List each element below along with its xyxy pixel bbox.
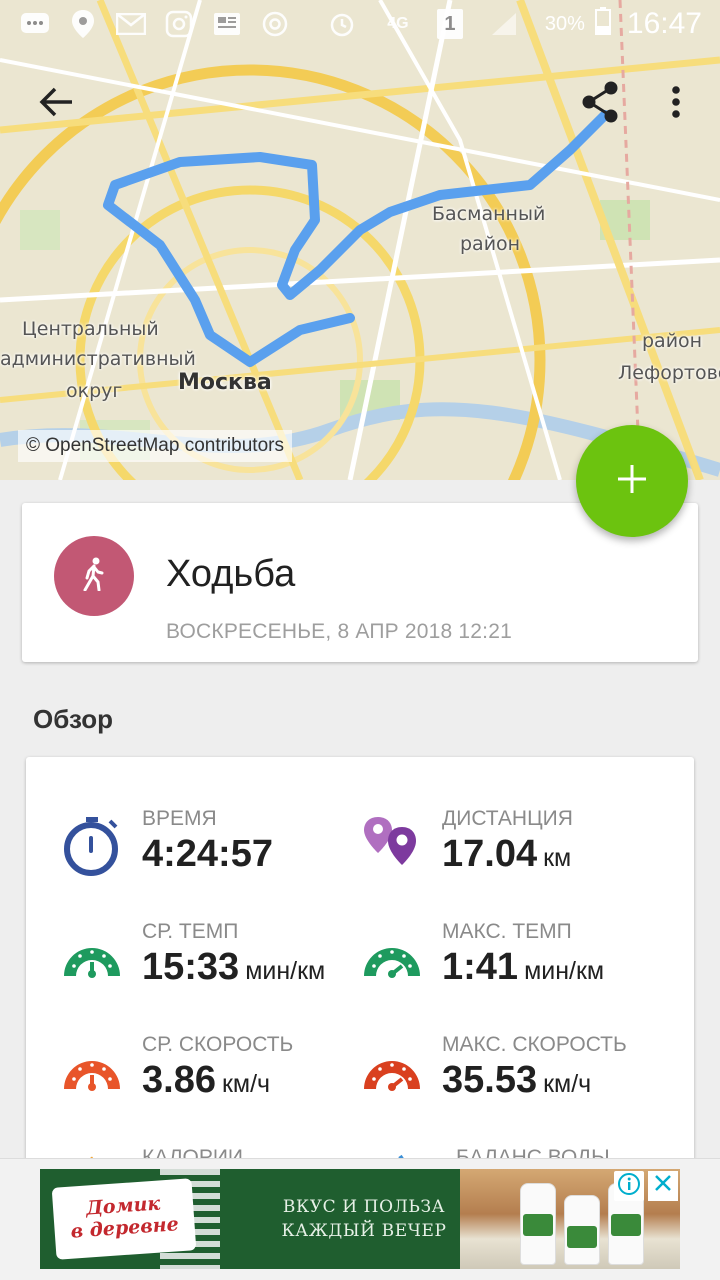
network-type: 4G [387, 15, 409, 32]
ad-slogan: ВКУС И ПОЛЬЗА КАЖДЫЙ ВЕЧЕР [281, 1197, 447, 1241]
ad-close-button[interactable] [648, 1171, 678, 1201]
ad-bottle [520, 1183, 556, 1265]
more-options-button[interactable] [648, 76, 704, 132]
avg-speed-gauge-icon [60, 1039, 124, 1103]
plus-icon [616, 463, 648, 500]
max-pace-gauge-icon [360, 926, 424, 990]
ad-bar: Домик в деревне ВКУС И ПОЛЬЗА КАЖДЫЙ ВЕЧ… [0, 1158, 720, 1280]
more-vert-icon [671, 85, 681, 124]
map-label-central-administrative: административный [0, 348, 196, 370]
stat-label: ДИСТАНЦИЯ [442, 807, 573, 830]
stat-max-speed: МАКС. СКОРОСТЬ 35.53 км/ч [360, 1033, 680, 1123]
stat-value: 3.86 км/ч [142, 1059, 271, 1101]
map-attribution[interactable]: © OpenStreetMap contributors [18, 430, 292, 462]
at-icon [258, 9, 292, 39]
share-icon [580, 80, 620, 129]
map-label-basmanny: Басманный [432, 203, 546, 225]
ad-bottle [564, 1195, 600, 1265]
info-icon [617, 1172, 641, 1201]
sim-indicator: 1 [436, 9, 463, 39]
battery-icon [594, 6, 611, 42]
activity-avatar [54, 536, 134, 616]
ad-banner[interactable]: Домик в деревне ВКУС И ПОЛЬЗА КАЖДЫЙ ВЕЧ… [40, 1169, 680, 1269]
route-map[interactable]: Басманный район Центральный администрати… [0, 0, 720, 480]
arrow-left-icon [38, 86, 74, 123]
stat-avg-pace: СР. ТЕМП 15:33 мин/км [60, 920, 380, 1010]
map-label-basmanny-district: район [460, 233, 521, 255]
activity-date: ВОСКРЕСЕНЬЕ, 8 АПР 2018 12:21 [166, 620, 512, 643]
walking-icon [81, 557, 107, 596]
stat-value: 17.04 км [442, 833, 572, 875]
close-icon [653, 1172, 673, 1200]
message-icon [18, 9, 52, 39]
stat-label: МАКС. СКОРОСТЬ [442, 1033, 627, 1056]
add-button[interactable] [576, 425, 688, 537]
stat-value: 4:24:57 [142, 833, 273, 875]
map-background [0, 0, 720, 480]
ad-info-button[interactable] [614, 1171, 644, 1201]
map-label-moscow: Москва [178, 370, 272, 395]
activity-title: Ходьба [166, 553, 296, 595]
stat-value: 15:33 мин/км [142, 946, 326, 988]
map-label-lefortovo: Лефортово [618, 362, 720, 384]
signal-icon [487, 9, 521, 39]
distance-pins-icon [360, 813, 424, 877]
overview-title: Обзор [33, 704, 113, 734]
alarm-icon [325, 9, 359, 39]
max-speed-gauge-icon [360, 1039, 424, 1103]
location-icon [66, 9, 100, 39]
activity-card[interactable]: Ходьба ВОСКРЕСЕНЬЕ, 8 АПР 2018 12:21 [22, 503, 698, 662]
stat-label: СР. СКОРОСТЬ [142, 1033, 294, 1056]
stat-time: ВРЕМЯ 4:24:57 [60, 807, 380, 897]
battery-percent: 30% [544, 12, 585, 35]
avg-pace-gauge-icon [60, 926, 124, 990]
news-icon [210, 9, 244, 39]
stat-distance: ДИСТАНЦИЯ 17.04 км [360, 807, 680, 897]
stat-max-pace: МАКС. ТЕМП 1:41 мин/км [360, 920, 680, 1010]
stat-value: 35.53 км/ч [442, 1059, 592, 1101]
stat-value: 1:41 мин/км [442, 946, 605, 988]
stat-label: СР. ТЕМП [142, 920, 239, 943]
ad-brand-logo: Домик в деревне [51, 1178, 197, 1260]
map-label-central: Центральный [22, 318, 159, 340]
mail-icon [114, 9, 148, 39]
map-label-district: округ [66, 380, 123, 402]
ad-product-image [460, 1169, 680, 1269]
stat-label: ВРЕМЯ [142, 807, 217, 830]
instagram-icon [162, 9, 196, 39]
overview-card: ВРЕМЯ 4:24:57 ДИСТАНЦИЯ 17.04 км СР. ТЕМП… [26, 757, 694, 1177]
back-button[interactable] [28, 76, 84, 132]
stopwatch-icon [60, 813, 124, 877]
share-button[interactable] [572, 76, 628, 132]
stat-label: МАКС. ТЕМП [442, 920, 572, 943]
stat-avg-speed: СР. СКОРОСТЬ 3.86 км/ч [60, 1033, 380, 1123]
clock: 16:47 [626, 7, 702, 40]
status-bar: 4G 1 30% 16:47 [0, 0, 720, 48]
map-label-right-district: район [642, 330, 703, 352]
